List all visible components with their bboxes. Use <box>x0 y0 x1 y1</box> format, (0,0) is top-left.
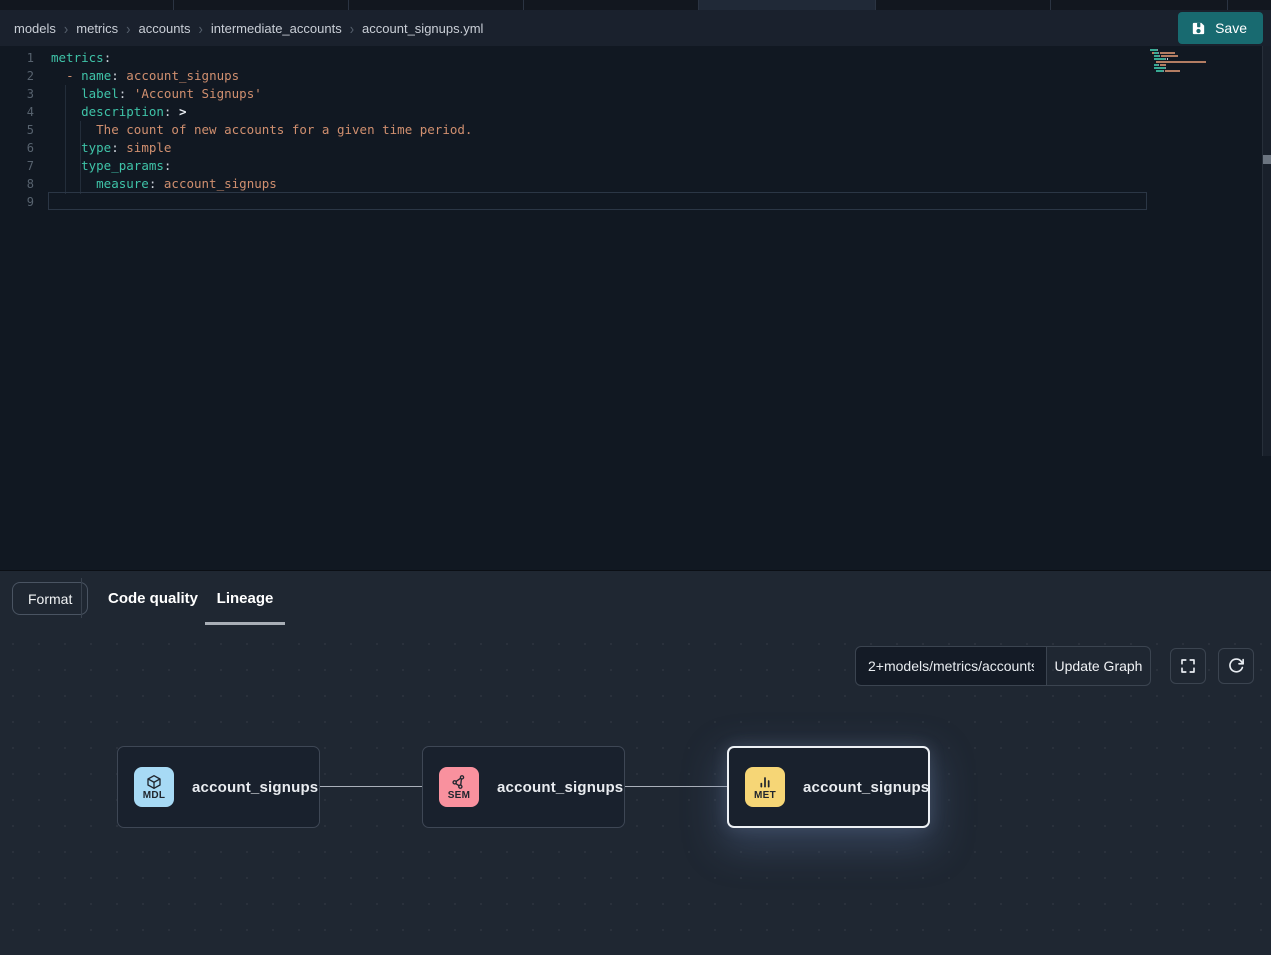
save-disk-icon <box>1190 20 1207 37</box>
code-text: The count of new accounts for a given ti… <box>34 121 472 139</box>
tab-lineage[interactable]: Lineage <box>205 582 285 615</box>
format-button[interactable]: Format <box>12 582 88 615</box>
line-number: 4 <box>0 103 34 121</box>
code-text: type: simple <box>34 139 171 157</box>
panel-divider <box>81 578 82 618</box>
lineage-edge <box>320 786 422 787</box>
code-text: type_params: <box>34 157 171 175</box>
code-line[interactable]: 3 label: 'Account Signups' <box>0 85 1147 103</box>
tab-code-quality[interactable]: Code quality <box>105 582 201 615</box>
editor-tab-divider <box>1227 0 1228 10</box>
lineage-selector-group: Update Graph <box>855 646 1151 686</box>
scrollbar-marker[interactable] <box>1263 155 1271 164</box>
editor-tab-divider <box>698 0 699 10</box>
editor-tab-divider <box>1050 0 1051 10</box>
node-label: account_signups <box>803 779 929 796</box>
line-number: 6 <box>0 139 34 157</box>
model-badge: MDL <box>134 767 174 807</box>
code-line[interactable]: 5 The count of new accounts for a given … <box>0 121 1147 139</box>
line-number: 3 <box>0 85 34 103</box>
node-label: account_signups <box>192 779 318 796</box>
breadcrumb-item[interactable]: intermediate_accounts <box>211 21 342 36</box>
breadcrumb-item[interactable]: metrics <box>76 21 118 36</box>
code-line[interactable]: 1metrics: <box>0 49 1147 67</box>
line-number: 9 <box>0 193 34 211</box>
code-text: metrics: <box>34 49 111 67</box>
editor-tab-strip[interactable] <box>0 0 1271 10</box>
minimap[interactable] <box>1150 49 1212 76</box>
editor-tab-active[interactable] <box>698 0 875 10</box>
editor-tab-divider <box>875 0 876 10</box>
breadcrumb-separator-icon: › <box>64 19 68 37</box>
bottom-panel: Format Code quality Lineage Update Graph <box>0 570 1271 954</box>
cube-icon <box>146 774 162 790</box>
current-line-highlight <box>48 192 1147 210</box>
line-number: 7 <box>0 157 34 175</box>
code-line[interactable]: 7 type_params: <box>0 157 1147 175</box>
lineage-node-metric[interactable]: MET account_signups <box>727 746 930 828</box>
breadcrumb-item[interactable]: models <box>14 21 56 36</box>
editor-scrollbar[interactable] <box>1262 46 1271 456</box>
code-line[interactable]: 6 type: simple <box>0 139 1147 157</box>
breadcrumb-separator-icon: › <box>126 19 130 37</box>
semantic-model-badge: SEM <box>439 767 479 807</box>
active-tab-underline <box>205 622 285 625</box>
code-text: description: > <box>34 103 187 121</box>
line-number: 1 <box>0 49 34 67</box>
code-editor[interactable]: 1metrics:2 - name: account_signups3 labe… <box>0 46 1271 570</box>
fullscreen-button[interactable] <box>1170 648 1206 684</box>
fullscreen-icon <box>1179 657 1197 675</box>
line-number: 8 <box>0 175 34 193</box>
lineage-edge <box>625 786 727 787</box>
code-line[interactable]: 8 measure: account_signups <box>0 175 1147 193</box>
save-button-label: Save <box>1215 20 1247 36</box>
breadcrumb-item[interactable]: account_signups.yml <box>362 21 483 36</box>
editor-tab-divider <box>173 0 174 10</box>
code-line[interactable]: 4 description: > <box>0 103 1147 121</box>
breadcrumb-separator-icon: › <box>350 19 354 37</box>
network-icon <box>451 774 467 790</box>
lineage-node-model[interactable]: MDL account_signups <box>117 746 320 828</box>
breadcrumb: models › metrics › accounts › intermediate_acc… <box>0 10 1271 46</box>
lineage-selector-input[interactable] <box>855 646 1047 686</box>
code-line[interactable]: 2 - name: account_signups <box>0 67 1147 85</box>
bar-chart-icon <box>757 774 773 790</box>
metric-badge: MET <box>745 767 785 807</box>
update-graph-button[interactable]: Update Graph <box>1047 646 1151 686</box>
code-lines[interactable]: 1metrics:2 - name: account_signups3 labe… <box>0 49 1147 211</box>
line-number: 5 <box>0 121 34 139</box>
code-text: measure: account_signups <box>34 175 277 193</box>
save-button[interactable]: Save <box>1178 12 1263 44</box>
line-number: 2 <box>0 67 34 85</box>
breadcrumb-item[interactable]: accounts <box>139 21 191 36</box>
node-label: account_signups <box>497 779 623 796</box>
lineage-node-semantic-model[interactable]: SEM account_signups <box>422 746 625 828</box>
code-text: - name: account_signups <box>34 67 239 85</box>
editor-tab-divider <box>348 0 349 10</box>
breadcrumb-separator-icon: › <box>199 19 203 37</box>
editor-tab-divider <box>523 0 524 10</box>
refresh-icon <box>1227 657 1245 675</box>
refresh-button[interactable] <box>1218 648 1254 684</box>
code-text: label: 'Account Signups' <box>34 85 262 103</box>
